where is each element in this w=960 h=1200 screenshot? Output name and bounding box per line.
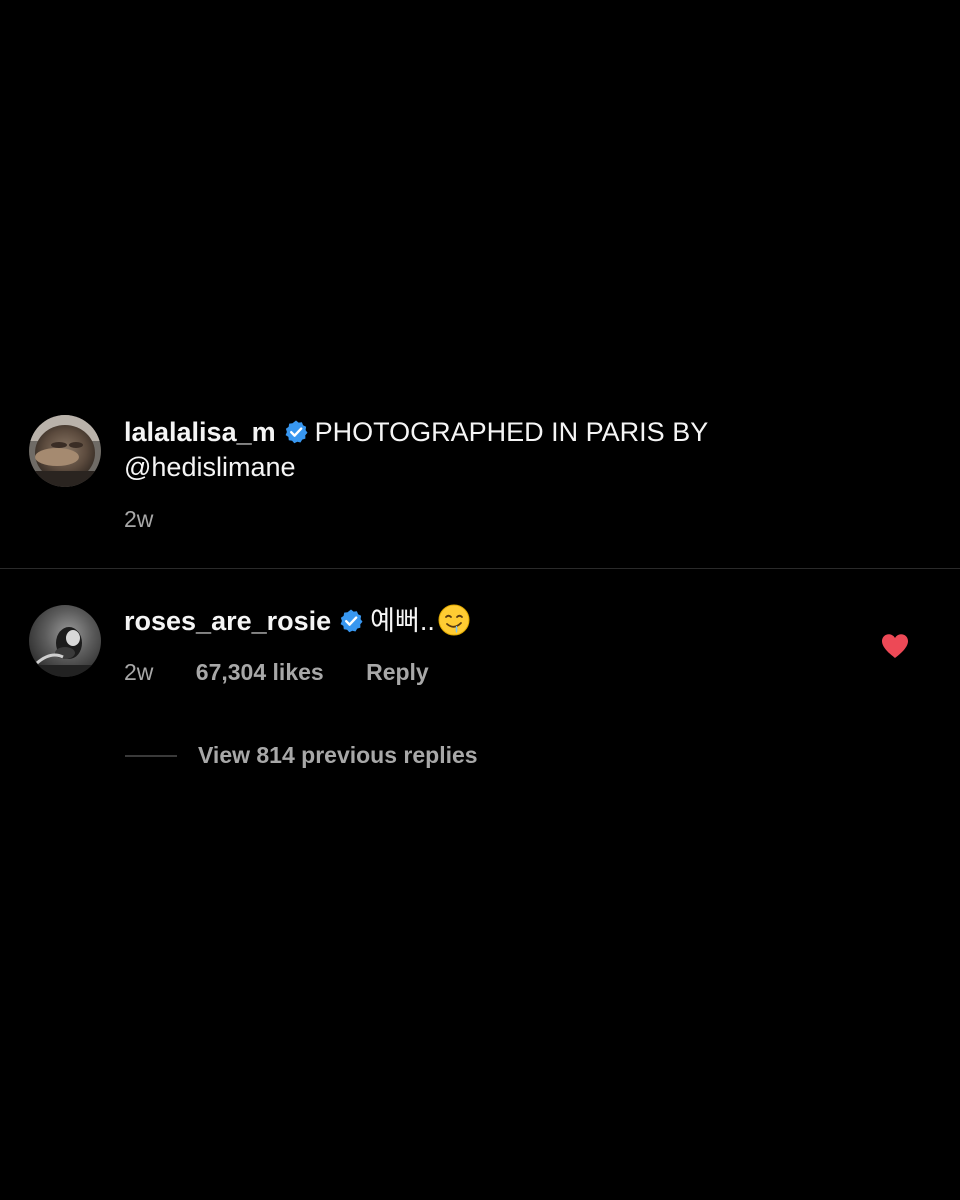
post-timestamp: 2w [124,506,154,532]
post-author-avatar[interactable] [29,415,101,487]
comment-author-avatar-image [29,605,101,677]
post-caption-line-2[interactable]: @hedislimane [124,450,296,484]
view-previous-replies-button[interactable]: View 814 previous replies [198,741,478,769]
post-caption-line-1: lalalalisa_m PHOTOGRAPHED IN PARIS BY [124,415,708,449]
heart-icon[interactable] [880,632,910,660]
comment-meta: 2w 67,304 likes Reply [124,658,429,686]
comment-timestamp: 2w [124,659,154,685]
reply-button[interactable]: Reply [366,659,429,685]
comment-author-avatar[interactable] [29,605,101,677]
comment-line: roses_are_rosie 예뻐.. [124,603,471,638]
post-caption-text: PHOTOGRAPHED IN PARIS BY [314,417,709,447]
post-author-username[interactable]: lalalalisa_m [124,417,276,447]
comment-likes-count[interactable]: 67,304 likes [196,659,324,685]
drooling-face-emoji-icon [438,604,470,636]
comment-text: 예뻐.. [370,606,435,636]
replies-divider-line [125,755,177,757]
verified-badge-icon [285,420,308,444]
mention-link[interactable]: @hedislimane [124,452,296,482]
comment-author-username[interactable]: roses_are_rosie [124,606,331,636]
post-author-avatar-image [29,415,101,487]
divider [0,568,960,569]
verified-badge-icon [340,609,363,633]
